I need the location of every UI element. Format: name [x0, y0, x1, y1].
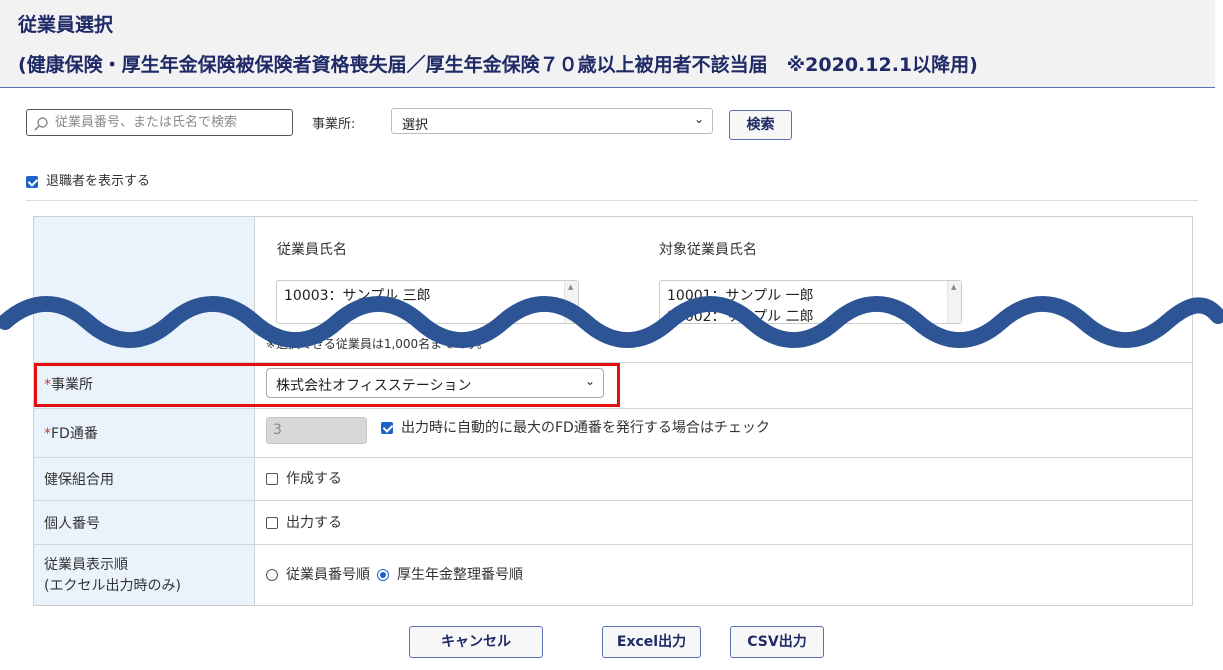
order-option2-label: 厚生年金整理番号順	[397, 567, 523, 583]
page-title: 従業員選択	[18, 14, 114, 36]
fd-number-input[interactable]: 3	[266, 417, 367, 444]
csv-export-button[interactable]: CSV出力	[730, 626, 824, 658]
chevron-down-icon: ⌄	[693, 112, 704, 126]
order-radio-pension-number[interactable]	[377, 569, 389, 581]
row-divider	[34, 500, 1192, 501]
office-highlight-box	[34, 363, 620, 407]
row-divider	[34, 457, 1192, 458]
settings-table: 従業員氏名 対象従業員氏名 10003：サンプル 三郎 10001：サンプル 一…	[33, 216, 1193, 606]
office-filter-select[interactable]: 選択 ⌄	[391, 108, 713, 134]
order-option-employee-number[interactable]: 従業員番号順	[266, 564, 370, 584]
show-retired-option[interactable]: 退職者を表示する	[26, 170, 150, 189]
wave-break-decoration	[0, 296, 1223, 348]
order-option-pension-number[interactable]: 厚生年金整理番号順	[377, 564, 523, 584]
order-radio-employee-number[interactable]	[266, 569, 278, 581]
fd-auto-option[interactable]: 出力時に自動的に最大のFD通番を発行する場合はチェック	[381, 417, 770, 437]
search-box[interactable]	[26, 109, 293, 136]
cancel-button[interactable]: キャンセル	[409, 626, 543, 658]
fd-number-label: *FD通番	[44, 426, 98, 442]
row-divider	[34, 544, 1192, 545]
kenpo-checkbox[interactable]	[266, 473, 278, 485]
header-column	[34, 217, 255, 605]
show-retired-label: 退職者を表示する	[46, 174, 151, 189]
mynumber-checkbox[interactable]	[266, 517, 278, 529]
row-divider	[34, 408, 1192, 409]
excel-export-button[interactable]: Excel出力	[602, 626, 701, 658]
target-employee-list-header: 対象従業員氏名	[659, 242, 757, 258]
search-icon	[34, 117, 48, 131]
office-filter-value: 選択	[402, 118, 429, 133]
employee-list-header: 従業員氏名	[277, 242, 347, 258]
mynumber-option-label: 出力する	[286, 515, 342, 531]
mynumber-label: 個人番号	[44, 516, 100, 532]
fd-auto-checkbox[interactable]	[381, 422, 393, 434]
order-label-line1: 従業員表示順	[44, 557, 128, 573]
fd-auto-label: 出力時に自動的に最大のFD通番を発行する場合はチェック	[401, 420, 770, 436]
page-subtitle: (健康保険・厚生年金保険被保険者資格喪失届／厚生年金保険７０歳以上被用者不該当届…	[18, 54, 978, 76]
show-retired-checkbox[interactable]	[26, 175, 38, 188]
office-filter-label: 事業所:	[312, 117, 356, 132]
kenpo-option[interactable]: 作成する	[266, 468, 342, 488]
search-button[interactable]: 検索	[729, 110, 792, 140]
order-option1-label: 従業員番号順	[286, 567, 370, 583]
divider	[26, 200, 1198, 201]
search-input[interactable]	[55, 112, 287, 133]
kenpo-label: 健保組合用	[44, 472, 114, 488]
kenpo-option-label: 作成する	[286, 471, 342, 487]
page-header: 従業員選択 (健康保険・厚生年金保険被保険者資格喪失届／厚生年金保険７０歳以上被…	[0, 0, 1215, 88]
mynumber-option[interactable]: 出力する	[266, 512, 342, 532]
order-label-line2: (エクセル出力時のみ)	[44, 578, 181, 594]
